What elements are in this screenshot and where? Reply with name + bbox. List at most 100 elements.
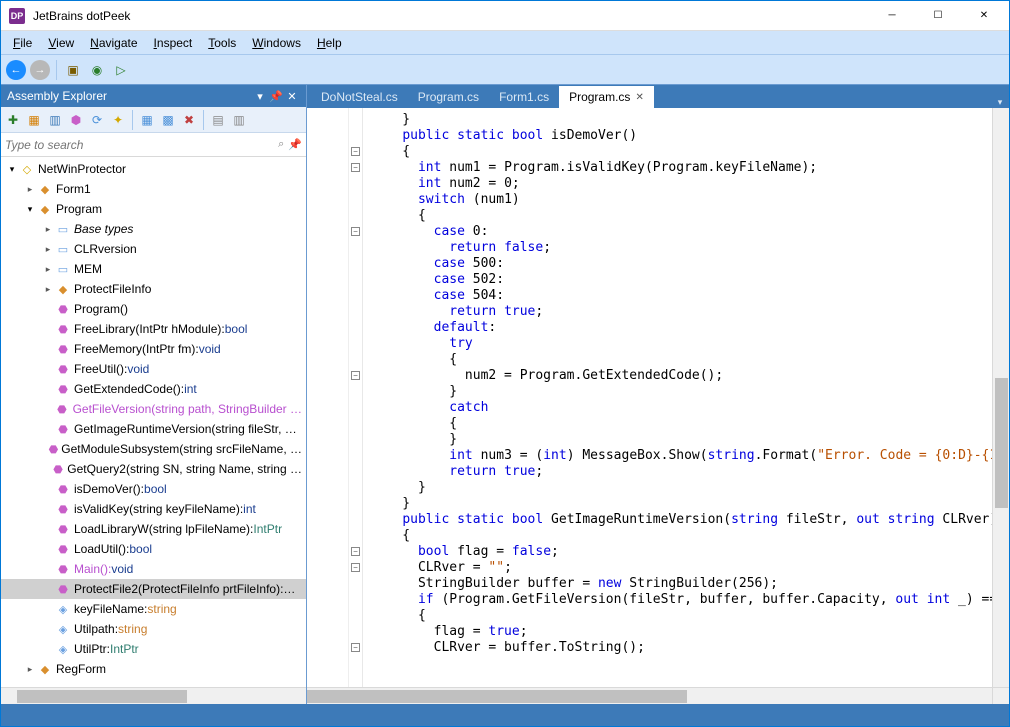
fold-toggle[interactable]: −	[351, 643, 360, 652]
tree-label: Form1	[56, 182, 91, 196]
fldp-icon: ◈	[55, 641, 71, 657]
code-area: − − − − − − − } public static bool isDemoVer()…	[307, 108, 1009, 687]
toolbar-button[interactable]: ▣	[62, 59, 84, 81]
tree-node[interactable]: ⬣GetImageRuntimeVersion(string fileStr, …	[1, 419, 306, 439]
tree-node[interactable]: ▸◆Form1	[1, 179, 306, 199]
tree-node[interactable]: ⬣ProtectFile2(ProtectFileInfo prtFileInf…	[1, 579, 306, 599]
search-pin-icon[interactable]: 📌	[288, 138, 302, 151]
tree-node[interactable]: ⬣LoadLibraryW(string lpFileName):IntPtr	[1, 519, 306, 539]
tree-node[interactable]: ▾◆Program	[1, 199, 306, 219]
tab[interactable]: Program.cs	[408, 86, 489, 108]
fold-toggle[interactable]: −	[351, 147, 360, 156]
menu-help[interactable]: Help	[309, 34, 350, 52]
toolbar-button[interactable]: ◉	[86, 59, 108, 81]
toolbar-icon[interactable]: ▥	[229, 110, 249, 130]
search-row: ⌕ 📌	[1, 133, 306, 157]
fold-bar[interactable]: − − − − − − −	[349, 108, 363, 687]
expand-icon[interactable]: ▸	[41, 224, 55, 235]
toolbar-icon[interactable]: ▥	[45, 110, 65, 130]
panel-dropdown-icon[interactable]: ▾	[252, 88, 268, 104]
toolbar-icon[interactable]: ▩	[158, 110, 178, 130]
panel-toolbar: ✚ ▦ ▥ ⬢ ⟳ ✦ ▦ ▩ ✖ ▤ ▥	[1, 107, 306, 133]
horizontal-scrollbar[interactable]	[1, 687, 306, 704]
panel-close-icon[interactable]: ✕	[284, 88, 300, 104]
tree-node[interactable]: ▸▭CLRversion	[1, 239, 306, 259]
tree-node[interactable]: ⬣FreeLibrary(IntPtr hModule):bool	[1, 319, 306, 339]
expand-icon[interactable]: ▾	[5, 164, 19, 175]
tree-node[interactable]: ▸▭MEM	[1, 259, 306, 279]
expand-icon[interactable]: ▸	[41, 284, 55, 295]
fold-toggle[interactable]: −	[351, 547, 360, 556]
fold-toggle[interactable]: −	[351, 227, 360, 236]
toolbar-button[interactable]: ▷	[110, 59, 132, 81]
toolbar-icon[interactable]: ▤	[208, 110, 228, 130]
toolbar-icon[interactable]: ✖	[179, 110, 199, 130]
tab[interactable]: DoNotSteal.cs	[311, 86, 408, 108]
nav-back-button[interactable]: ←	[5, 59, 27, 81]
tree-node[interactable]: ⬣isDemoVer():bool	[1, 479, 306, 499]
expand-icon[interactable]: ▾	[23, 204, 37, 215]
tree-node[interactable]: ⬣GetModuleSubsystem(string srcFileName, …	[1, 439, 306, 459]
tree-node[interactable]: ⬣isValidKey(string keyFileName):int	[1, 499, 306, 519]
mtd-icon: ⬣	[55, 541, 71, 557]
tab[interactable]: Program.cs✕	[559, 86, 654, 108]
fldp-icon: ◈	[55, 601, 71, 617]
fold-toggle[interactable]: −	[351, 563, 360, 572]
tree-node[interactable]: ▸◆ProtectFileInfo	[1, 279, 306, 299]
tree-node[interactable]: ⬣FreeMemory(IntPtr fm):void	[1, 339, 306, 359]
tree-node[interactable]: ▾◇NetWinProtector	[1, 159, 306, 179]
minimize-button[interactable]: ─	[869, 1, 915, 31]
toolbar-icon[interactable]: ▦	[137, 110, 157, 130]
editor-horizontal-scrollbar[interactable]	[307, 687, 1009, 704]
menu-file[interactable]: File	[5, 34, 40, 52]
tree-node[interactable]: ⬣Main():void	[1, 559, 306, 579]
close-button[interactable]: ✕	[961, 1, 1007, 31]
tab-overflow-icon[interactable]: ▾	[991, 97, 1009, 108]
mtd-icon: ⬣	[55, 521, 71, 537]
tree-node[interactable]: ⬣LoadUtil():bool	[1, 539, 306, 559]
toolbar-icon[interactable]: ⬢	[66, 110, 86, 130]
tree-label: isDemoVer():bool	[74, 482, 167, 496]
toolbar-icon[interactable]: ✦	[108, 110, 128, 130]
expand-icon[interactable]: ▸	[41, 244, 55, 255]
tree-node[interactable]: ⬣GetQuery2(string SN, string Name, strin…	[1, 459, 306, 479]
tree-node[interactable]: ⬣GetFileVersion(string path, StringBuild…	[1, 399, 306, 419]
fold-toggle[interactable]: −	[351, 163, 360, 172]
menu-navigate[interactable]: Navigate	[82, 34, 145, 52]
tree-node[interactable]: ▸▭Base types	[1, 219, 306, 239]
tree-label: isValidKey(string keyFileName):int	[74, 502, 256, 516]
search-clear-icon[interactable]: ⌕	[278, 138, 284, 151]
menu-tools[interactable]: Tools	[200, 34, 244, 52]
expand-icon[interactable]: ▸	[23, 664, 37, 675]
toolbar-icon[interactable]: ⟳	[87, 110, 107, 130]
fold-toggle[interactable]: −	[351, 371, 360, 380]
separator	[203, 110, 204, 130]
tree-node[interactable]: ⬣Program()	[1, 299, 306, 319]
menu-windows[interactable]: Windows	[244, 34, 309, 52]
code-editor[interactable]: } public static bool isDemoVer() { int n…	[363, 108, 992, 687]
expand-icon[interactable]: ▸	[41, 264, 55, 275]
menu-inspect[interactable]: Inspect	[146, 34, 201, 52]
tree-node[interactable]: ◈keyFileName:string	[1, 599, 306, 619]
cls-icon: ◆	[37, 201, 53, 217]
nav-forward-button[interactable]: →	[29, 59, 51, 81]
maximize-button[interactable]: ☐	[915, 1, 961, 31]
tree-node[interactable]: ▸◆RegForm	[1, 659, 306, 679]
expand-icon[interactable]: ▸	[23, 184, 37, 195]
tree-node[interactable]: ⬣FreeUtil():void	[1, 359, 306, 379]
tab-close-icon[interactable]: ✕	[635, 92, 643, 103]
tree-node[interactable]: ◈Utilpath:string	[1, 619, 306, 639]
tree-node[interactable]: ⬣GetExtendedCode():int	[1, 379, 306, 399]
statusbar	[1, 704, 1009, 726]
tree-node[interactable]: ◈UtilPtr:IntPtr	[1, 639, 306, 659]
panel-pin-icon[interactable]: 📌	[268, 88, 284, 104]
tree[interactable]: ▾◇NetWinProtector▸◆Form1▾◆Program▸▭Base …	[1, 157, 306, 687]
vertical-scrollbar[interactable]	[992, 108, 1009, 687]
toolbar-icon[interactable]: ✚	[3, 110, 23, 130]
menu-view[interactable]: View	[40, 34, 82, 52]
tab[interactable]: Form1.cs	[489, 86, 559, 108]
tree-label: GetImageRuntimeVersion(string fileStr, …	[74, 422, 297, 436]
search-input[interactable]	[5, 138, 274, 152]
tree-label: MEM	[74, 262, 102, 276]
toolbar-icon[interactable]: ▦	[24, 110, 44, 130]
